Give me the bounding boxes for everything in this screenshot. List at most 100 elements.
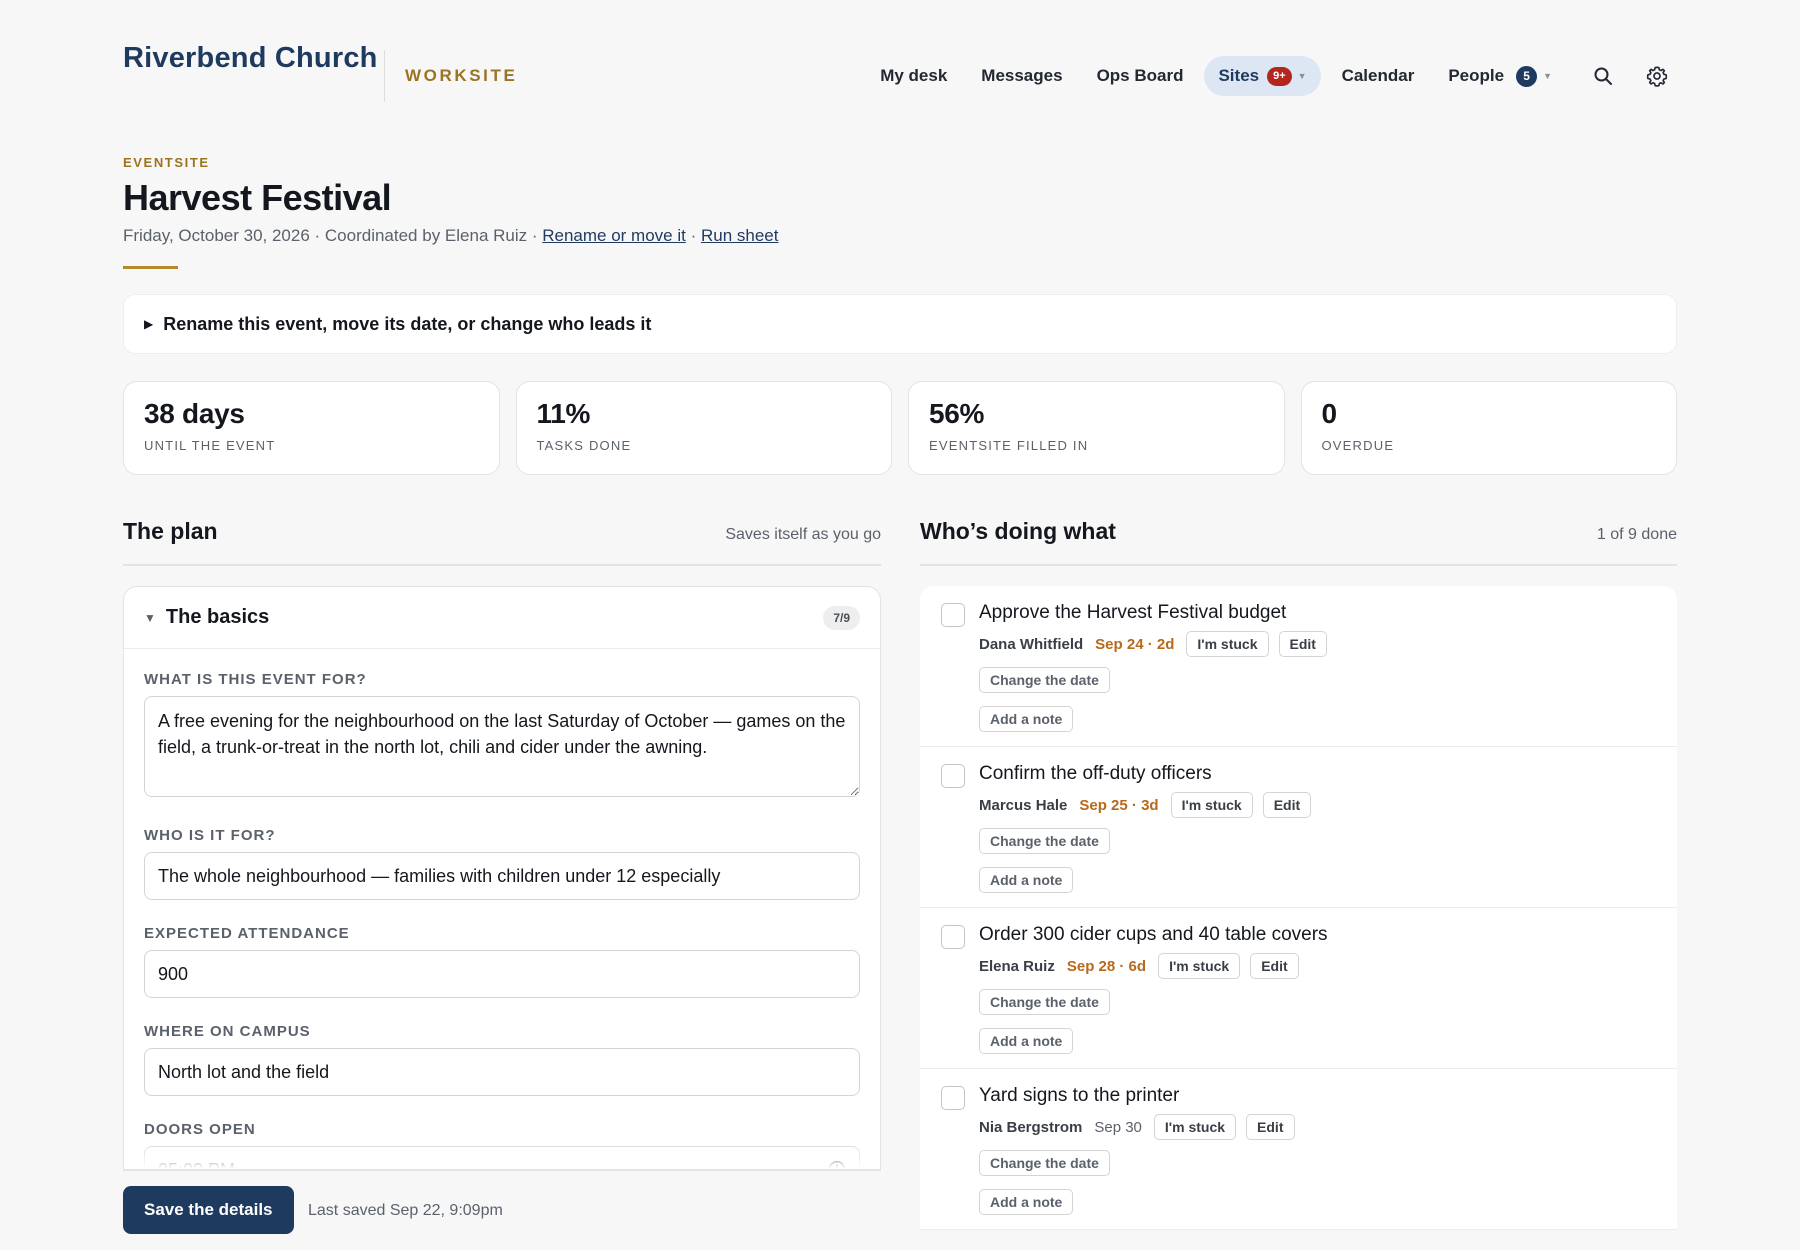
attendance-input[interactable] [144,950,860,998]
purpose-textarea[interactable]: A free evening for the neighbourhood on … [144,696,860,797]
section-toggle[interactable]: ▼ The basics [144,606,269,629]
im-stuck-button[interactable]: I'm stuck [1158,953,1241,979]
run-sheet-link[interactable]: Run sheet [701,226,779,245]
save-bar: Save the details Last saved Sep 22, 9:09… [123,1170,881,1250]
nav-label: Ops Board [1096,66,1184,85]
nav-label: Sites [1218,66,1260,85]
edit-task-button[interactable]: Edit [1262,792,1312,818]
tasks-progress: 1 of 9 done [1596,526,1677,543]
nav-messages[interactable]: Messages [964,56,1079,96]
title-underline [123,266,178,269]
add-note-button[interactable]: Add a note [979,1028,1074,1054]
stat-eventsite-filled: 56% EVENTSITE FILLED IN [908,381,1285,475]
brand-name[interactable]: Riverbend Church [123,42,378,75]
im-stuck-button[interactable]: I'm stuck [1153,1114,1237,1140]
im-stuck-button[interactable]: I'm stuck [1186,631,1269,657]
page-kicker: EVENTSITE [123,155,210,170]
task-checkbox[interactable] [941,1086,965,1110]
task-item: Order 300 cider cups and 40 table covers… [920,908,1677,1069]
triangle-down-icon: ▼ [144,610,156,625]
location-input[interactable] [144,1048,860,1096]
task-due: Sep 30 [1094,1118,1142,1136]
task-owner: Nia Bergstrom [979,1118,1083,1136]
task-checkbox[interactable] [941,603,965,627]
nav-label: Messages [981,66,1063,85]
chevron-down-icon: ▼ [1543,71,1552,81]
doors-open-label: DOORS OPEN [144,1121,256,1138]
meta-separator: · [685,226,701,245]
tasks-header: Who’s doing what 1 of 9 done [920,518,1677,566]
rename-or-move-link[interactable]: Rename or move it [542,226,686,245]
nav-label: Calendar [1341,66,1415,85]
page-title: Harvest Festival [123,177,392,218]
section-progress-badge: 7/9 [823,605,860,630]
nav-calendar[interactable]: Calendar [1325,56,1432,96]
task-title: Yard signs to the printer [979,1085,1180,1106]
add-note-button[interactable]: Add a note [979,1189,1074,1215]
task-meta: Nia Bergstrom Sep 30 I'm stuck Edit [979,1114,1305,1140]
add-note-button[interactable]: Add a note [979,706,1074,732]
save-details-button[interactable]: Save the details [123,1186,294,1234]
task-owner: Marcus Hale [979,796,1068,814]
change-date-button[interactable]: Change the date [979,1150,1110,1176]
edit-task-button[interactable]: Edit [1250,953,1299,979]
task-checkbox[interactable] [941,925,965,949]
nav-label: My desk [880,66,948,85]
im-stuck-button[interactable]: I'm stuck [1170,792,1253,818]
last-saved-text: Last saved Sep 22, 9:09pm [308,1202,503,1219]
main-nav: My desk Messages Ops Board Sites 9+ ▼ Ca… [863,56,1677,96]
search-icon[interactable] [1583,56,1623,96]
sites-count-badge: 9+ [1267,66,1292,86]
stat-value: 11% [536,398,591,429]
plan-header: The plan Saves itself as you go [123,518,881,566]
stat-tasks-done: 11% TASKS DONE [515,381,892,475]
task-title: Order 300 cider cups and 40 table covers [979,924,1328,945]
basics-fields: WHAT IS THIS EVENT FOR? A free evening f… [124,649,880,1169]
audience-input[interactable] [144,852,860,900]
page: Riverbend Church WORKSITE My desk Messag… [123,0,1677,1250]
chevron-down-icon: ▼ [1297,71,1307,81]
plan-card[interactable]: ▼ The basics 7/9 WHAT IS THIS EVENT FOR?… [123,586,881,1170]
task-meta: Marcus Hale Sep 25 · 3d I'm stuck Edit [979,792,1321,818]
brand-subtitle: WORKSITE [405,66,518,85]
page-meta: Friday, October 30, 2026 · Coordinated b… [123,226,778,246]
edit-task-button[interactable]: Edit [1246,1114,1295,1140]
task-checkbox[interactable] [941,764,965,788]
task-due: Sep 25 · 3d [1079,796,1159,814]
plan-title: The plan [123,518,218,544]
change-date-button[interactable]: Change the date [979,828,1110,854]
nav-ops-board[interactable]: Ops Board [1080,56,1201,96]
stat-overdue: 0 OVERDUE [1300,381,1677,475]
task-item: Approve the Harvest Festival budget Dana… [920,586,1677,747]
brand-divider [384,50,385,102]
section-name: The basics [165,606,270,628]
rename-event-disclosure[interactable]: ▶ Rename this event, move its date, or c… [123,294,1677,354]
task-owner: Dana Whitfield [979,635,1084,653]
task-owner: Elena Ruiz [979,957,1055,975]
change-date-button[interactable]: Change the date [979,667,1110,693]
edit-task-button[interactable]: Edit [1278,631,1327,657]
stat-label: UNTIL THE EVENT [144,438,276,453]
task-item: Confirm the off-duty officers Marcus Hal… [920,747,1677,908]
audience-label: WHO IS IT FOR? [144,827,276,844]
task-meta: Dana Whitfield Sep 24 · 2d I'm stuck Edi… [979,631,1337,657]
stat-value: 0 [1321,398,1338,429]
stat-value: 56% [929,398,985,429]
disclosure-label: Rename this event, move its date, or cha… [163,313,652,334]
task-list: Approve the Harvest Festival budget Dana… [920,586,1677,1230]
gear-icon[interactable] [1637,56,1677,96]
nav-sites[interactable]: Sites 9+ ▼ [1204,56,1321,96]
task-due: Sep 28 · 6d [1066,957,1147,975]
add-note-button[interactable]: Add a note [979,867,1074,893]
plan-column: The plan Saves itself as you go ▼ The ba… [123,518,881,1170]
location-label: WHERE ON CAMPUS [144,1023,311,1040]
people-count-badge: 5 [1516,65,1538,87]
task-item: Yard signs to the printer Nia Bergstrom … [920,1069,1677,1230]
stat-label: OVERDUE [1321,438,1395,453]
change-date-button[interactable]: Change the date [979,989,1110,1015]
stat-label: TASKS DONE [536,438,632,453]
nav-my-desk[interactable]: My desk [863,56,964,96]
task-title: Confirm the off-duty officers [979,763,1212,784]
nav-people[interactable]: People 5 ▼ [1431,56,1569,96]
scroll-fade [124,1139,880,1169]
